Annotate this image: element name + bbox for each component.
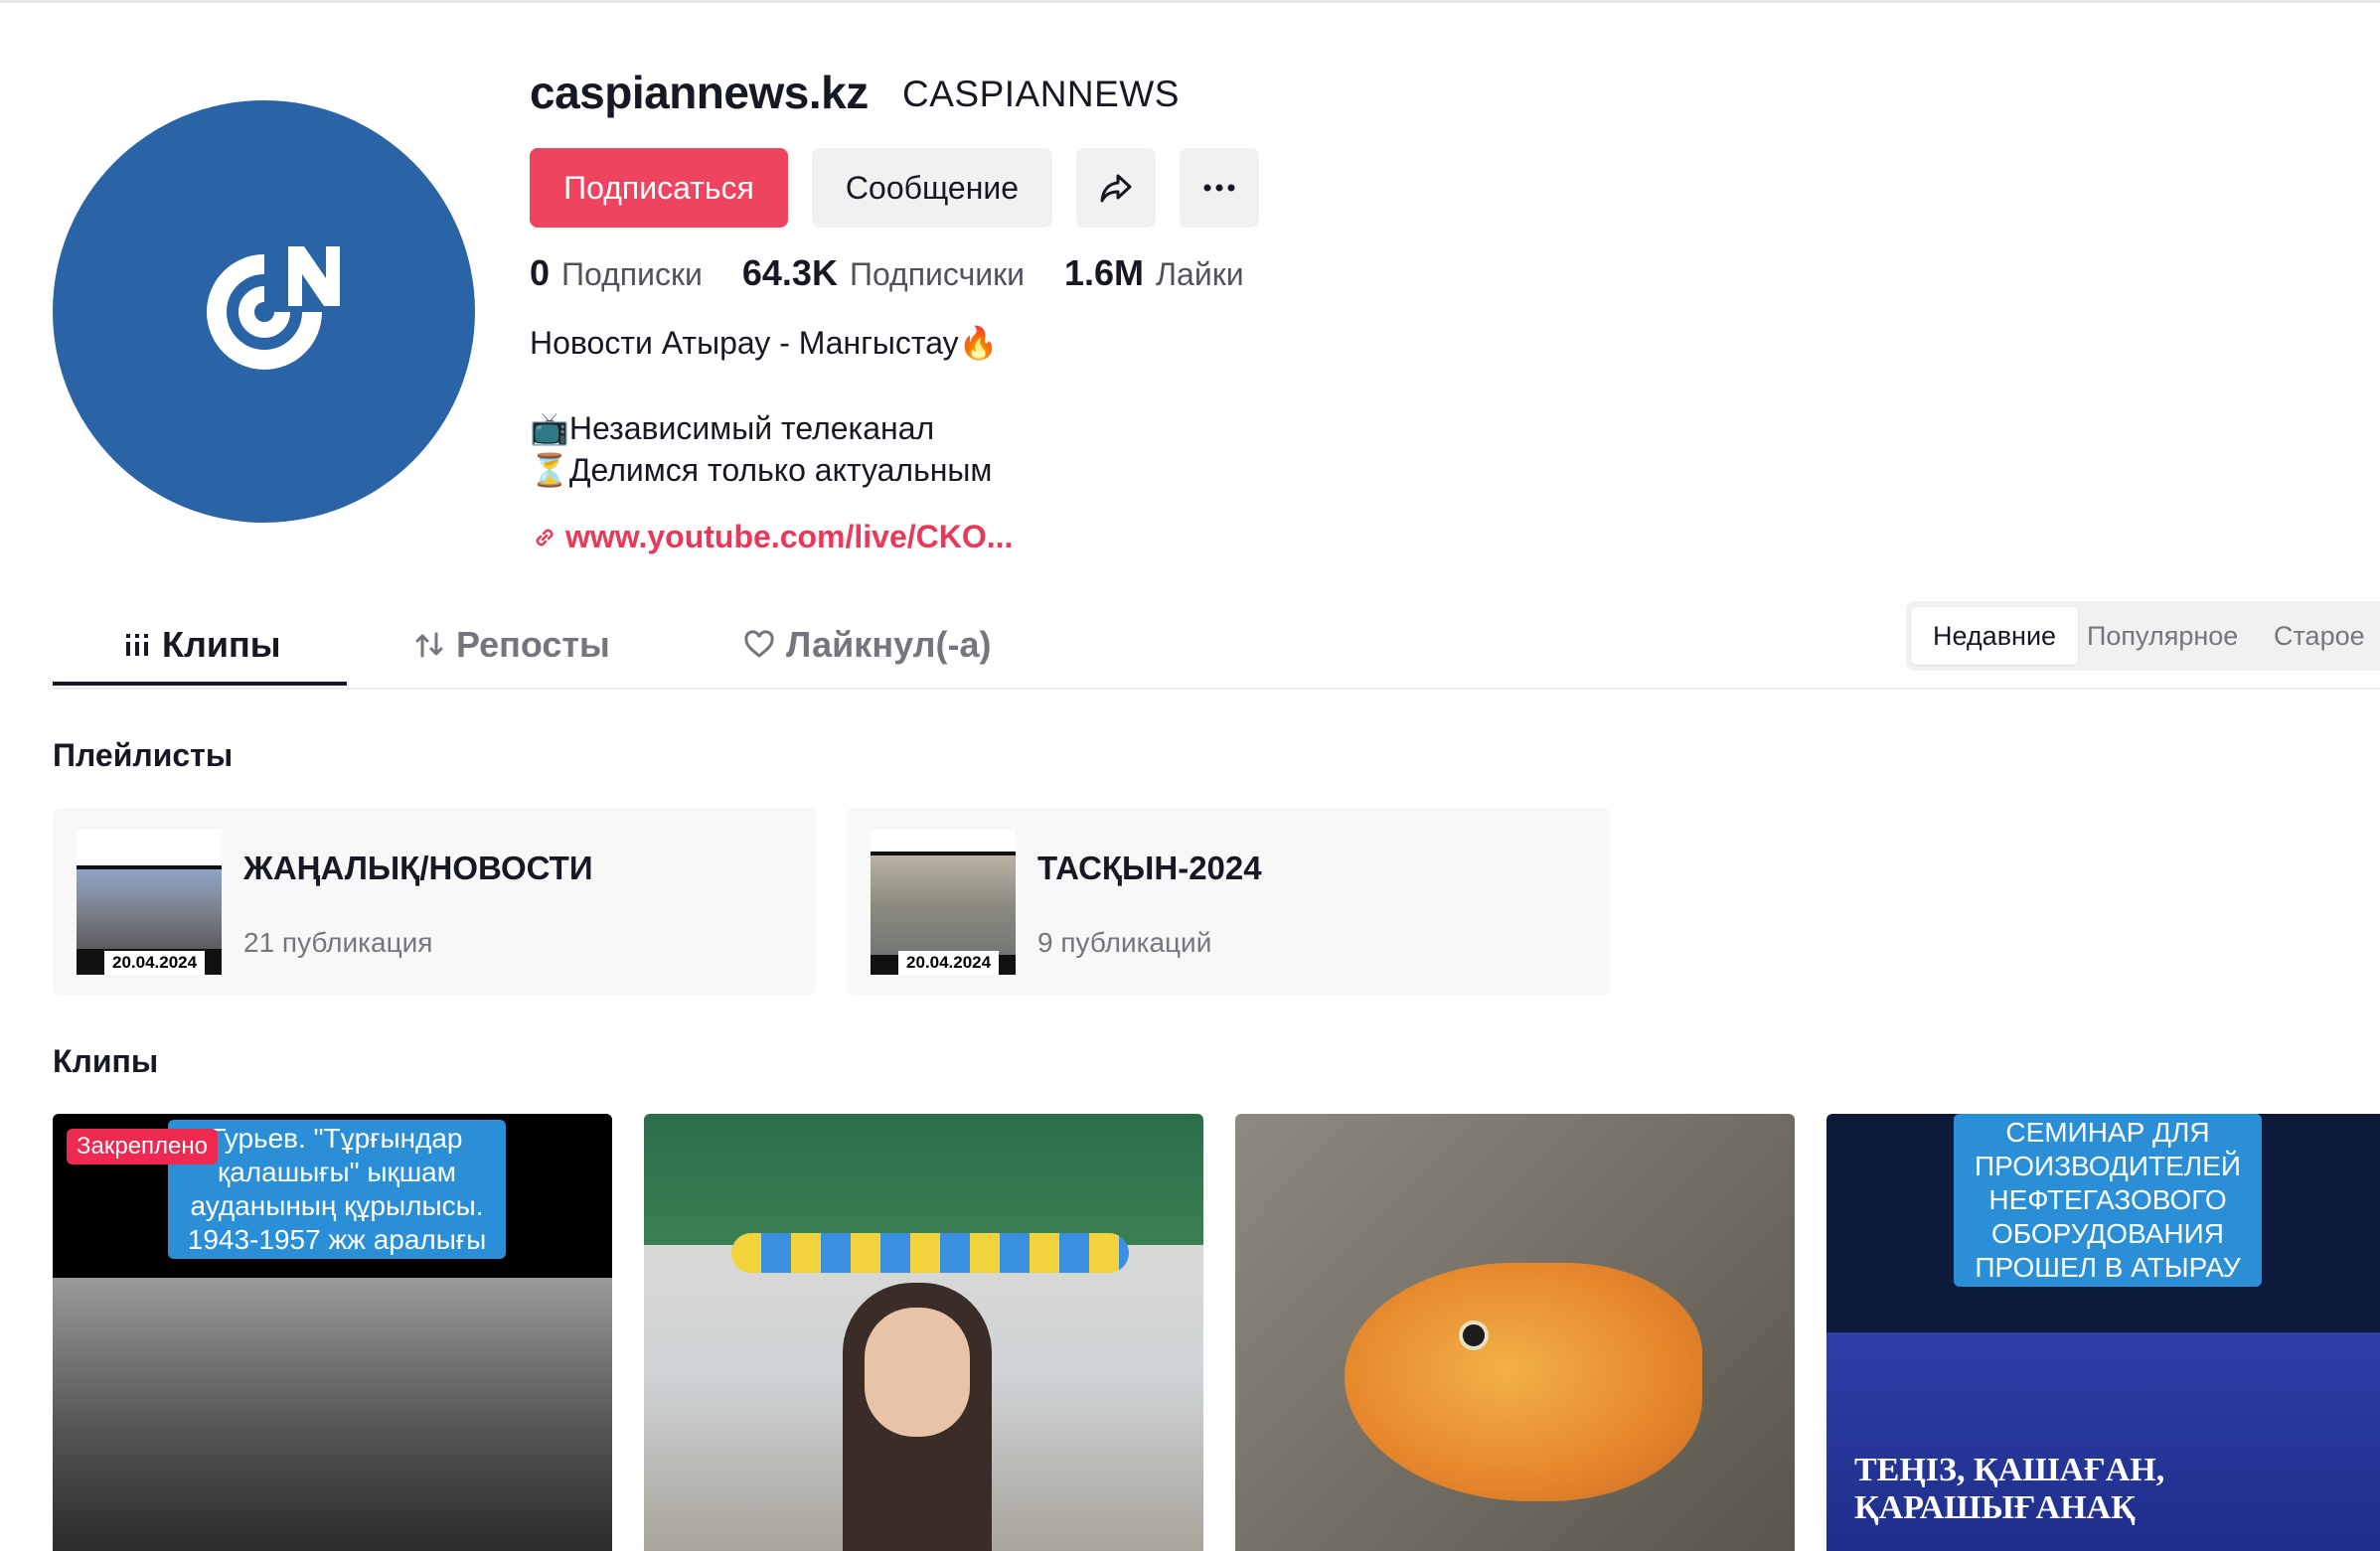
profile-link[interactable]: www.youtube.com/live/CKO... <box>530 519 1013 555</box>
followers-label[interactable]: Подписчики <box>850 256 1025 293</box>
clip-card[interactable] <box>1235 1114 1795 1551</box>
top-divider <box>0 0 2380 3</box>
more-options-button[interactable] <box>1180 148 1259 228</box>
playlist-title: ТАСҚЫН-2024 <box>1037 850 1262 886</box>
playlist-count: 21 публикация <box>243 927 433 958</box>
playlist-date: 20.04.2024 <box>898 951 1000 975</box>
grid-icon <box>126 634 148 656</box>
tab-label: Лайкнул(-а) <box>786 624 992 665</box>
following-count[interactable]: 0 <box>530 252 550 294</box>
playlist-thumbnail: 20.04.2024 <box>871 830 1016 975</box>
tab-clips[interactable]: Клипы <box>122 620 280 670</box>
playlist-count: 9 публикаций <box>1037 927 1212 958</box>
sort-oldest[interactable]: Старое <box>2274 607 2365 665</box>
profile-nickname: CASPIANNEWS <box>902 74 1180 114</box>
clip-caption: СЕМИНАР ДЛЯ ПРОИЗВОДИТЕЛЕЙ НЕФТЕГАЗОВОГО… <box>1954 1114 2262 1287</box>
link-icon <box>536 529 554 545</box>
sort-recent[interactable]: Недавние <box>1911 607 2079 665</box>
playlist-date: 20.04.2024 <box>104 951 206 975</box>
playlist-card[interactable]: 20.04.2024 ЖАҢАЛЫҚ/НОВОСТИ 21 публикация <box>53 808 816 995</box>
active-tab-indicator <box>53 682 347 686</box>
bio-text: 📺Независимый телеканал ⏳Делимся только а… <box>530 407 992 491</box>
likes-label: Лайки <box>1156 256 1244 292</box>
thumbnail-caption <box>871 830 1016 852</box>
profile-link-text[interactable]: www.youtube.com/live/CKO... <box>565 519 1013 555</box>
share-button[interactable] <box>1076 148 1156 228</box>
tab-reposts[interactable]: Репосты <box>412 620 610 670</box>
clip-card[interactable]: СЕМИНАР ДЛЯ ПРОИЗВОДИТЕЛЕЙ НЕФТЕГАЗОВОГО… <box>1826 1114 2380 1551</box>
likes-count: 1.6M <box>1063 252 1145 293</box>
archive-photo <box>53 1278 612 1551</box>
tab-label: Клипы <box>162 624 281 665</box>
playlist-title: ЖАҢАЛЫҚ/НОВОСТИ <box>243 850 593 886</box>
bio-line: ⏳Делимся только актуальным <box>530 452 993 488</box>
goldfish <box>1345 1263 1702 1501</box>
tab-label: Репосты <box>456 624 610 665</box>
caspiannews-logo-icon <box>206 245 340 370</box>
profile-username: caspiannews.kz <box>530 67 869 118</box>
balloons <box>731 1233 1129 1273</box>
pinned-badge: Закреплено <box>67 1129 218 1164</box>
clip-card[interactable]: Гурьев. "Тұрғындар қалашығы" ықшам аудан… <box>53 1114 612 1551</box>
thumbnail-caption <box>77 830 222 865</box>
tab-liked[interactable]: Лайкнул(-а) <box>742 620 991 670</box>
sort-toggle: Недавние Популярное Старое <box>1906 601 2380 671</box>
avatar[interactable] <box>53 100 475 523</box>
message-button[interactable]: Сообщение <box>812 148 1052 228</box>
playlist-card[interactable]: 20.04.2024 ТАСҚЫН-2024 9 публикаций <box>847 808 1610 995</box>
bio-line: 📺Независимый телеканал <box>530 410 935 446</box>
following-label[interactable]: Подписки <box>561 256 703 293</box>
profile-stats: 0 Подписки 64.3K Подписчики 1.6M Лайки <box>530 252 1284 294</box>
playlist-thumbnail: 20.04.2024 <box>77 830 222 975</box>
repost-icon <box>415 632 443 658</box>
reporter-face <box>865 1308 970 1437</box>
banner-text: ТЕҢІЗ, ҚАШАҒАН, ҚАРАШЫҒАНАҚ <box>1854 1452 2165 1526</box>
share-icon <box>1100 174 1132 203</box>
sort-popular[interactable]: Популярное <box>2087 607 2238 665</box>
followers-count[interactable]: 64.3K <box>742 252 838 294</box>
follow-button[interactable]: Подписаться <box>530 148 788 228</box>
bio-title: Новости Атырау - Мангыстау🔥 <box>530 325 999 361</box>
playlists-heading: Плейлисты <box>53 737 234 773</box>
clips-heading: Клипы <box>53 1043 159 1079</box>
heart-lock-icon <box>744 630 774 658</box>
fish-eye <box>1459 1320 1489 1350</box>
clip-card[interactable] <box>644 1114 1203 1551</box>
flood-aerial-photo <box>871 855 1016 955</box>
train-photo <box>77 869 222 949</box>
more-dots-icon <box>1203 184 1235 192</box>
clip-caption: Гурьев. "Тұрғындар қалашығы" ықшам аудан… <box>168 1120 506 1259</box>
